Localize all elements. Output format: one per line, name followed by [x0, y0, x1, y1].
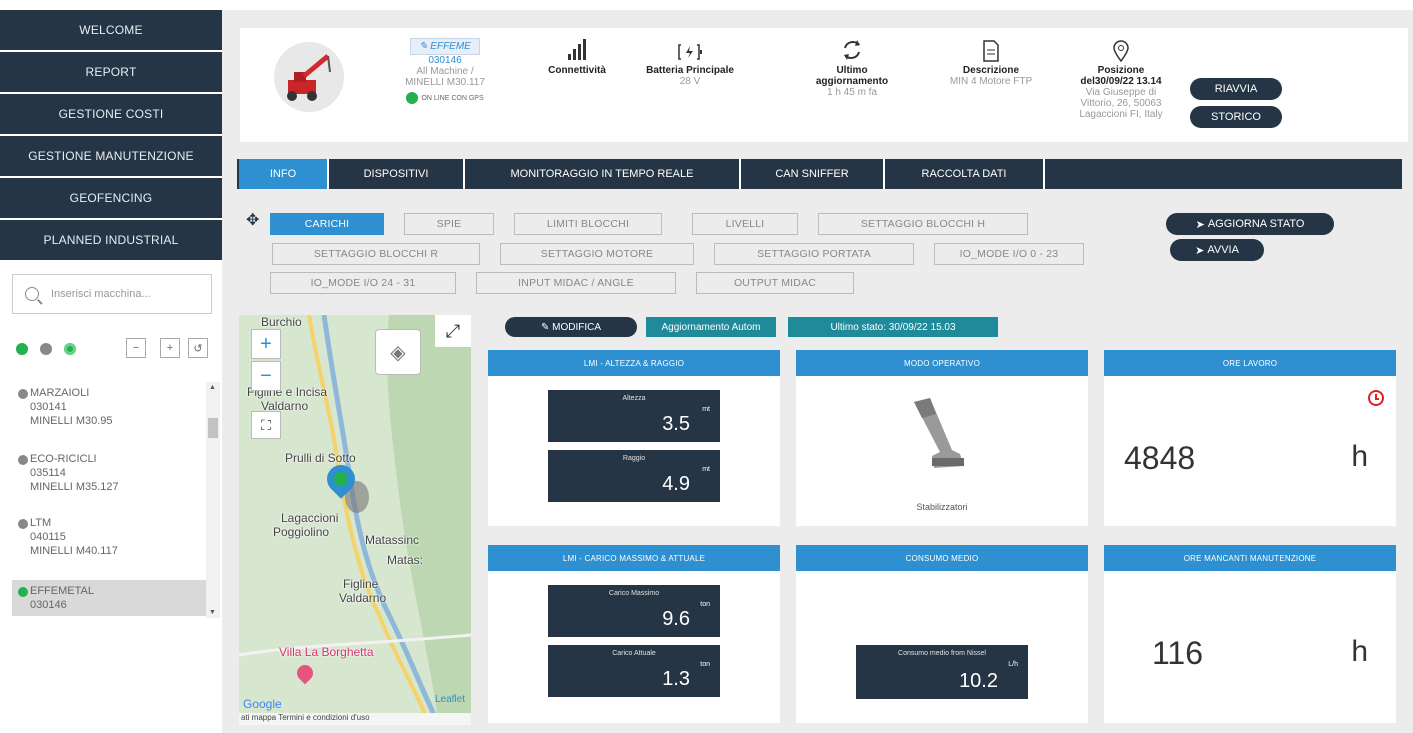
list-item[interactable]: LTM 040115 MINELLI M40.117 — [12, 516, 208, 558]
auto-update-toggle[interactable]: Aggiornamento Autom — [646, 317, 776, 337]
card-working-hours: ORE LAVORO 4848 h — [1104, 350, 1396, 526]
map-attribution[interactable]: Leaflet — [435, 694, 465, 705]
scroll-thumb[interactable] — [208, 418, 218, 438]
nav-welcome[interactable]: WELCOME — [0, 10, 222, 50]
card-avg-consumption: CONSUMO MEDIO Consumo medio from Nissel … — [796, 545, 1088, 723]
list-item-selected[interactable]: EFFEMETAL 030146 — [12, 580, 208, 616]
update-status-button[interactable]: ➤ AGGIORNA STATO — [1166, 213, 1334, 235]
status-dot-icon — [18, 389, 28, 399]
search-icon — [25, 287, 39, 301]
last-state-label: Ultimo stato: 30/09/22 15.03 — [788, 317, 998, 337]
subtab-settaggio-motore[interactable]: SETTAGGIO MOTORE — [500, 243, 694, 265]
drag-handle-icon[interactable]: ✥ — [246, 210, 259, 230]
main-area: ✎ EFFEME 030146 All Machine / MINELLI M3… — [222, 10, 1413, 733]
scroll-down-icon[interactable]: ▼ — [209, 609, 216, 616]
tab-can-sniffer[interactable]: CAN SNIFFER — [741, 159, 885, 189]
card-maintenance-hours: ORE MANCANTI MANUTENZIONE 116 h — [1104, 545, 1396, 723]
scroll-up-icon[interactable]: ▲ — [209, 384, 216, 391]
nav-report[interactable]: REPORT — [0, 52, 222, 92]
subtab-limiti-blocchi[interactable]: LIMITI BLOCCHI — [514, 213, 662, 235]
sidebar: WELCOME REPORT GESTIONE COSTI GESTIONE M… — [0, 0, 222, 733]
map-view[interactable]: Burchio Figline e Incisa Valdarno Prulli… — [239, 315, 471, 725]
tab-info[interactable]: INFO — [239, 159, 329, 189]
tab-dispositivi[interactable]: DISPOSITIVI — [329, 159, 465, 189]
subtab-settaggio-blocchi-h[interactable]: SETTAGGIO BLOCCHI H — [818, 213, 1028, 235]
subtab-settaggio-portata[interactable]: SETTAGGIO PORTATA — [714, 243, 914, 265]
filter-online-icon[interactable] — [16, 343, 28, 355]
machine-info: ✎ EFFEME 030146 All Machine / MINELLI M3… — [390, 38, 500, 104]
current-load-value-box: Carico Attuale 1.3 ton — [548, 645, 720, 697]
filter-gps-icon[interactable] — [64, 343, 76, 355]
layers-icon[interactable]: ◈ — [375, 329, 421, 375]
zoom-in-button[interactable]: + — [251, 329, 281, 359]
subtab-spie[interactable]: SPIE — [404, 213, 494, 235]
nav-planned-industrial[interactable]: PLANNED INDUSTRIAL — [0, 220, 222, 260]
subtab-livelli[interactable]: LIVELLI — [692, 213, 798, 235]
machine-name-badge[interactable]: ✎ EFFEME — [410, 38, 480, 55]
card-operating-mode: MODO OPERATIVO Stabilizzatori — [796, 350, 1088, 526]
list-scrollbar[interactable]: ▲ ▼ — [206, 382, 220, 618]
nav-gestione-manutenzione[interactable]: GESTIONE MANUTENZIONE — [0, 136, 222, 176]
list-item[interactable]: MARZAIOLI 030141 MINELLI M30.95 — [12, 386, 208, 428]
height-value-box: Altezza 3.5 mt — [548, 390, 720, 442]
expand-button[interactable]: + — [160, 338, 180, 358]
signal-bars-icon — [532, 36, 622, 62]
tab-raccolta-dati[interactable]: RACCOLTA DATI — [885, 159, 1045, 189]
consumption-value-box: Consumo medio from Nissel 10.2 L/h — [856, 645, 1028, 699]
card-lmi-load: LMI - CARICO MASSIMO & ATTUALE Carico Ma… — [488, 545, 780, 723]
nav-geofencing[interactable]: GEOFENCING — [0, 178, 222, 218]
expand-map-icon[interactable]: ⤢ — [435, 315, 471, 347]
status-dot-icon — [18, 587, 28, 597]
stabilizer-icon — [914, 398, 964, 468]
refresh-button[interactable]: ↺ — [188, 338, 208, 358]
machine-search-input[interactable]: Inserisci macchina... — [12, 274, 212, 314]
sync-icon — [802, 36, 902, 62]
search-placeholder: Inserisci macchina... — [51, 288, 151, 300]
document-icon — [936, 36, 1046, 62]
subtab-io-mode-0-23[interactable]: IO_MODE I/O 0 - 23 — [934, 243, 1084, 265]
history-button[interactable]: STORICO — [1190, 106, 1282, 128]
subtab-settaggio-blocchi-r[interactable]: SETTAGGIO BLOCCHI R — [272, 243, 480, 265]
online-status-icon — [406, 92, 419, 104]
main-tabs: INFO DISPOSITIVI MONITORAGGIO IN TEMPO R… — [237, 159, 1402, 189]
collapse-button[interactable]: − — [126, 338, 146, 358]
subtab-io-mode-24-31[interactable]: IO_MODE I/O 24 - 31 — [270, 272, 456, 294]
filter-offline-icon[interactable] — [40, 343, 52, 355]
zoom-out-button[interactable]: − — [251, 361, 281, 391]
subtab-input-midac[interactable]: INPUT MIDAC / ANGLE — [476, 272, 676, 294]
edit-button[interactable]: ✎ MODIFICA — [505, 317, 637, 337]
start-button[interactable]: ➤ AVVIA — [1170, 239, 1264, 261]
restart-button[interactable]: RIAVVIA — [1190, 78, 1282, 100]
google-logo: Google — [243, 697, 282, 711]
subtab-output-midac[interactable]: OUTPUT MIDAC — [696, 272, 854, 294]
max-load-value-box: Carico Massimo 9.6 ton — [548, 585, 720, 637]
machine-header: ✎ EFFEME 030146 All Machine / MINELLI M3… — [240, 28, 1408, 142]
description: Descrizione MIN 4 Motore FTP — [936, 36, 1046, 87]
location-pin-icon — [1066, 36, 1176, 62]
machine-list: MARZAIOLI 030141 MINELLI M30.95 ECO-RICI… — [12, 378, 220, 618]
status-dot-icon — [18, 455, 28, 465]
last-update: Ultimo aggiornamento 1 h 45 m fa — [802, 36, 902, 98]
battery-charging-icon — [640, 36, 740, 62]
map-footer[interactable]: ati mappa Termini e condizioni d'uso — [239, 713, 471, 725]
tab-monitoraggio[interactable]: MONITORAGGIO IN TEMPO REALE — [465, 159, 741, 189]
nav-gestione-costi[interactable]: GESTIONE COSTI — [0, 94, 222, 134]
status-dot-icon — [18, 519, 28, 529]
subtab-carichi[interactable]: CARICHI — [270, 213, 384, 235]
position: Posizione del30/09/22 13.14 Via Giuseppe… — [1066, 36, 1176, 120]
battery: Batteria Principale 28 V — [640, 36, 740, 87]
machine-avatar — [274, 42, 344, 112]
fullscreen-icon[interactable]: ⛶ — [251, 411, 281, 439]
radius-value-box: Raggio 4.9 mt — [548, 450, 720, 502]
card-lmi-height-radius: LMI - ALTEZZA & RAGGIO Altezza 3.5 mt Ra… — [488, 350, 780, 526]
clock-alert-icon — [1368, 390, 1384, 406]
connectivity: Connettività — [532, 36, 622, 76]
list-item[interactable]: ECO-RICICLI 035114 MINELLI M35.127 — [12, 452, 208, 494]
